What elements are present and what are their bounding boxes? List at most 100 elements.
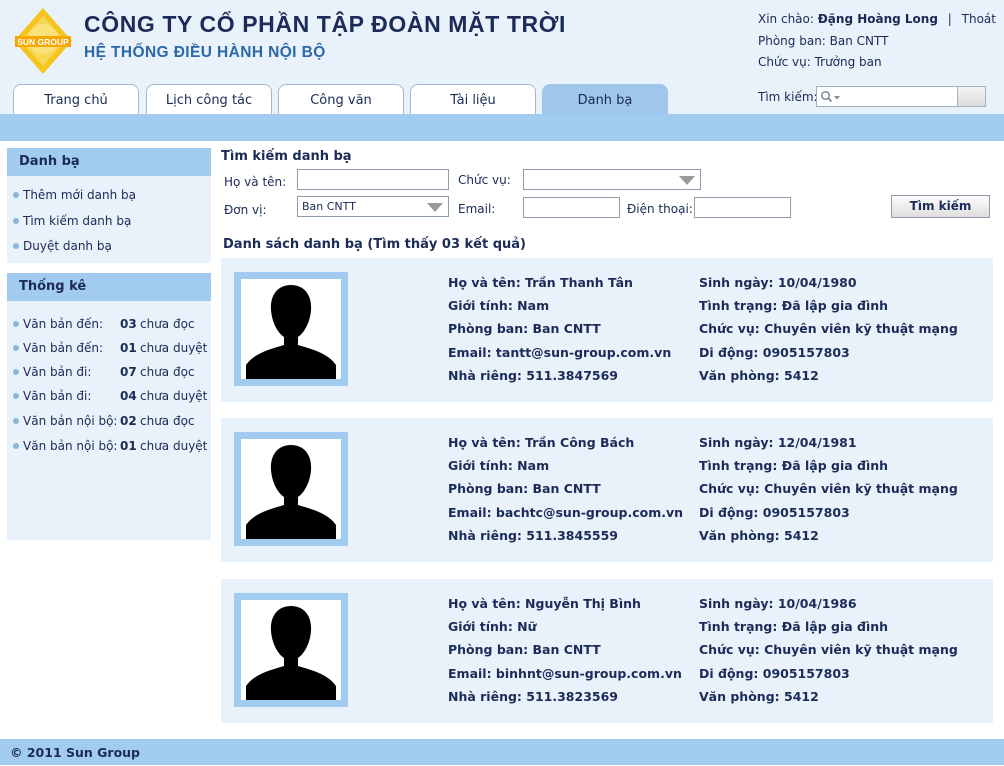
stat-count: 04 [120,389,137,403]
dropdown-arrow-icon [679,176,695,185]
stat-item[interactable]: Văn bản đến: 01 chưa duyệt [13,341,207,355]
sidebar-stats-title: Thống kê [7,273,211,301]
contact-home-phone: Nhà riêng: 511.3845559 [448,528,618,543]
bullet-icon [13,392,19,399]
stat-count: 03 [120,317,137,331]
avatar [234,432,348,546]
email-label: Email: [458,202,496,216]
system-name: HỆ THỐNG ĐIỀU HÀNH NỘI BỘ [84,44,326,61]
stat-label: Văn bản đến: [23,341,104,355]
contact-marital: Tình trạng: Đã lập gia đình [699,458,889,473]
logout-link[interactable]: Thoát [962,12,996,26]
tab-documents[interactable]: Tài liệu [410,84,536,115]
stat-status: chưa duyệt [140,439,208,453]
person-silhouette-icon [246,606,336,700]
contact-gender: Giới tính: Nam [448,458,550,473]
contact-marital: Tình trạng: Đã lập gia đình [699,619,889,634]
sidebar-item-label: Thêm mới danh bạ [23,188,136,202]
results-title: Danh sách danh bạ (Tìm thấy 03 kết quả) [223,237,526,252]
sidebar-item-label: Tìm kiếm danh bạ [23,214,132,228]
contact-department: Phòng ban: Ban CNTT [448,321,601,336]
sidebar-item-search-contact[interactable]: Tìm kiếm danh bạ [13,214,131,228]
contact-card[interactable]: Họ và tên: Trần Công Bách Giới tính: Nam… [221,418,993,562]
stat-status: chưa duyệt [140,341,208,355]
stat-label: Văn bản đi: [23,389,92,403]
unit-select[interactable]: Ban CNTT [297,196,449,217]
stat-item[interactable]: Văn bản đi: 04 chưa duyệt [13,389,207,403]
unit-label: Đơn vị: [224,203,267,217]
header: SUN GROUP CÔNG TY CỔ PHẦN TẬP ĐOÀN MẶT T… [0,0,1004,117]
contact-office: Văn phòng: 5412 [699,368,819,383]
person-silhouette-icon [246,285,336,379]
stat-count: 02 [120,414,137,428]
contact-birthday: Sinh ngày: 12/04/1981 [699,435,857,450]
bullet-icon [13,191,19,198]
avatar [234,272,348,386]
name-field[interactable] [297,169,449,190]
contact-gender: Giới tính: Nữ [448,619,537,634]
bullet-icon [13,242,19,249]
contact-mobile: Di động: 0905157803 [699,505,850,520]
position-label: Chức vụ: [458,173,511,187]
stat-item[interactable]: Văn bản nội bộ: 02 chưa đọc [13,414,195,428]
contact-office: Văn phòng: 5412 [699,528,819,543]
contact-name: Họ và tên: Nguyễn Thị Bình [448,596,641,611]
sidebar-item-label: Duyệt danh bạ [23,239,112,253]
tab-contacts[interactable]: Danh bạ [542,84,668,117]
tab-home[interactable]: Trang chủ [13,84,139,115]
sun-group-logo[interactable]: SUN GROUP [12,6,74,76]
stat-item[interactable]: Văn bản đến: 03 chưa đọc [13,317,195,331]
position-select[interactable] [523,169,701,190]
contact-birthday: Sinh ngày: 10/04/1980 [699,275,857,290]
contact-gender: Giới tính: Nam [448,298,550,313]
contact-home-phone: Nhà riêng: 511.3847569 [448,368,618,383]
contact-email[interactable]: Email: binhnt@sun-group.com.vn [448,666,682,681]
bullet-icon [13,368,19,375]
tab-schedule[interactable]: Lịch công tác [146,84,272,115]
bullet-icon [13,417,19,424]
contact-mobile: Di động: 0905157803 [699,666,850,681]
contact-position: Chức vụ: Chuyên viên kỹ thuật mạng [699,321,958,336]
header-search-input[interactable] [816,86,986,107]
search-button[interactable]: Tìm kiếm [891,195,990,218]
avatar [234,593,348,707]
stat-item[interactable]: Văn bản đi: 07 chưa đọc [13,365,195,379]
user-department: Phòng ban: Ban CNTT [758,34,889,48]
contact-department: Phòng ban: Ban CNTT [448,642,601,657]
contact-email[interactable]: Email: bachtc@sun-group.com.vn [448,505,683,520]
stat-item[interactable]: Văn bản nội bộ: 01 chưa duyệt [13,439,207,453]
email-field[interactable] [523,197,620,218]
bullet-icon [13,217,19,224]
stat-status: chưa đọc [140,365,195,379]
phone-field[interactable] [694,197,791,218]
contact-card[interactable]: Họ và tên: Nguyễn Thị Bình Giới tính: Nữ… [221,579,993,723]
nav-bar [0,114,1004,141]
bullet-icon [13,344,19,351]
greeting: Xin chào: Đặng Hoàng Long | Thoát [758,12,996,26]
sidebar-item-browse-contact[interactable]: Duyệt danh bạ [13,239,112,253]
stat-status: chưa duyệt [140,389,208,403]
sidebar-contacts-title: Danh bạ [7,148,211,176]
header-search-button[interactable] [957,87,985,106]
contact-department: Phòng ban: Ban CNTT [448,481,601,496]
stat-label: Văn bản đi: [23,365,92,379]
tab-documents-official[interactable]: Công văn [278,84,404,115]
stat-label: Văn bản nội bộ: [23,439,118,453]
contact-marital: Tình trạng: Đã lập gia đình [699,298,889,313]
contact-mobile: Di động: 0905157803 [699,345,850,360]
user-position: Chức vụ: Trưởng ban [758,55,882,69]
phone-label: Điện thoại: [627,202,693,216]
bullet-icon [13,442,19,449]
stat-count: 07 [120,365,137,379]
stat-count: 01 [120,439,137,453]
stat-status: chưa đọc [140,317,195,331]
greeting-label: Xin chào: [758,12,814,26]
sidebar-item-add-contact[interactable]: Thêm mới danh bạ [13,188,136,202]
contact-email[interactable]: Email: tantt@sun-group.com.vn [448,345,671,360]
user-separator: | [947,12,952,26]
name-label: Họ và tên: [224,175,287,189]
sidebar-stats-panel: Thống kê Văn bản đến: 03 chưa đọc Văn bản … [7,273,211,540]
contact-card[interactable]: Họ và tên: Trần Thanh Tân Giới tính: Nam… [221,258,993,402]
footer: © 2011 Sun Group [0,739,1004,765]
contact-birthday: Sinh ngày: 10/04/1986 [699,596,857,611]
